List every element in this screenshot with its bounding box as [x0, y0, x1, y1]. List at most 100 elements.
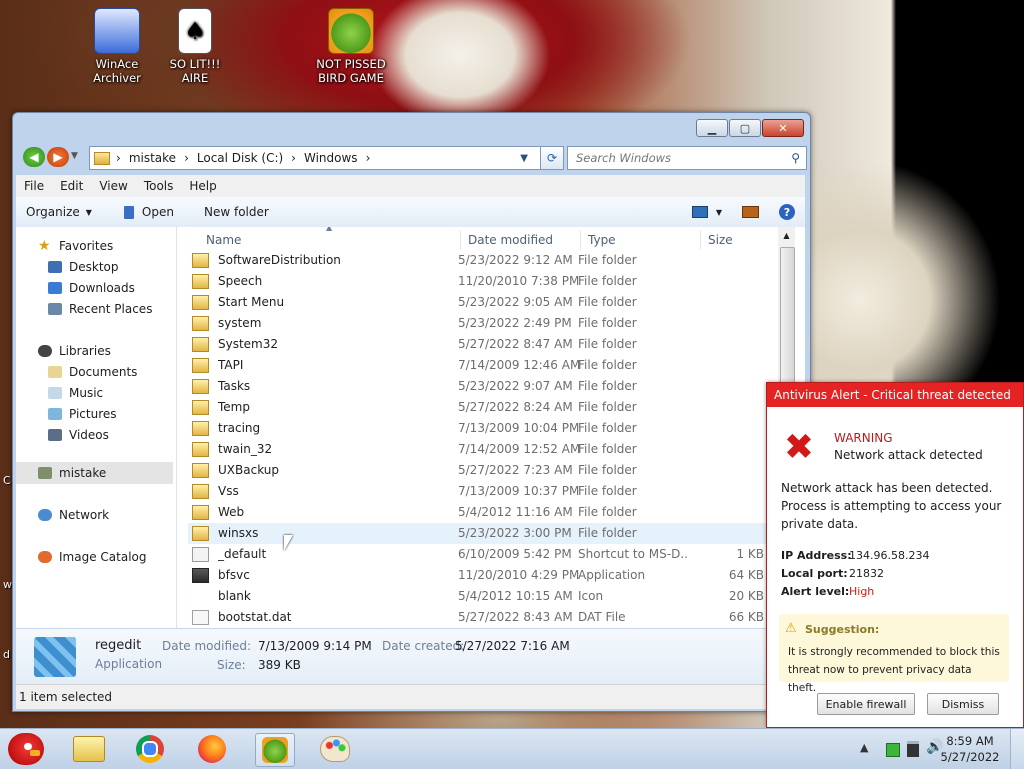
menu-view[interactable]: View [91, 179, 135, 193]
breadcrumb-item[interactable]: Local Disk (C:) [197, 151, 283, 165]
action-center-icon[interactable] [907, 741, 919, 757]
file-row[interactable]: Web 5/4/2012 11:16 AM File folder [188, 502, 775, 523]
file-date: 5/23/2022 3:00 PM [458, 526, 572, 540]
details-pane: regedit Application Date modified: 7/13/… [16, 628, 805, 685]
nav-downloads[interactable]: Downloads [48, 279, 135, 297]
nav-videos[interactable]: Videos [48, 426, 109, 444]
file-row[interactable]: _default 6/10/2009 5:42 PM Shortcut to MS-… [188, 544, 775, 565]
desktop-icon-solitaire[interactable]: ♠ SO LIT!!! AIRE [155, 8, 235, 85]
file-type: File folder [578, 484, 637, 498]
desktop-icon-pig-game[interactable]: NOT PISSED BIRD GAME [311, 8, 391, 85]
preview-pane-button[interactable] [732, 206, 769, 218]
bird-eye [24, 743, 32, 750]
nav-label: Image Catalog [59, 550, 147, 564]
maximize-button[interactable]: ▢ [729, 119, 761, 137]
nav-desktop[interactable]: Desktop [48, 258, 119, 276]
file-row[interactable]: Tasks 5/23/2022 9:07 AM File folder [188, 376, 775, 397]
column-divider[interactable] [580, 230, 581, 250]
column-header-size[interactable]: Size [708, 233, 733, 247]
file-row[interactable]: UXBackup 5/27/2022 7:23 AM File folder [188, 460, 775, 481]
nav-label: mistake [59, 466, 107, 480]
file-icon [192, 589, 207, 602]
app-icon [123, 205, 134, 219]
file-row[interactable]: twain_32 7/14/2009 12:52 AM File folder [188, 439, 775, 460]
column-header-type[interactable]: Type [588, 233, 616, 247]
show-desktop-button[interactable] [1010, 729, 1024, 769]
dismiss-button[interactable]: Dismiss [927, 693, 999, 715]
organize-button[interactable]: Organize ▼ [16, 205, 102, 219]
search-input[interactable] [574, 150, 778, 166]
change-view-button[interactable]: ▼ [682, 206, 732, 218]
file-row[interactable]: bootstat.dat 5/27/2022 8:43 AM DAT File 66 … [188, 607, 775, 628]
network-icon [38, 509, 52, 521]
column-header-name[interactable]: Name [206, 233, 241, 247]
file-name: System32 [218, 337, 279, 351]
nav-recent-places[interactable]: Recent Places [48, 300, 152, 318]
libraries-icon [38, 345, 52, 357]
mouse-cursor-icon [284, 535, 293, 551]
file-type: Application [578, 568, 646, 582]
desktop-icon-winace[interactable]: WinAce Archiver [77, 8, 157, 85]
clock-date: 5/27/2022 [940, 750, 1000, 764]
address-dropdown-icon[interactable]: ▼ [520, 153, 528, 164]
taskbar-pig-game[interactable] [255, 733, 295, 767]
nav-network[interactable]: Network [38, 506, 109, 524]
file-date: 6/10/2009 5:42 PM [458, 547, 572, 561]
menu-file[interactable]: File [16, 179, 52, 193]
image-catalog-icon [38, 551, 52, 563]
close-button[interactable]: ✕ [762, 119, 804, 137]
forward-button[interactable]: ▶ [47, 147, 69, 167]
taskbar-firefox[interactable] [193, 733, 231, 765]
start-button[interactable] [4, 733, 48, 765]
documents-icon [48, 366, 62, 378]
file-row[interactable]: winsxs 5/23/2022 3:00 PM File folder [188, 523, 775, 544]
taskbar-paint[interactable] [316, 733, 354, 765]
breadcrumb-item[interactable]: mistake [129, 151, 176, 165]
minimize-button[interactable]: ▁ [696, 119, 728, 137]
file-row[interactable]: Vss 7/13/2009 10:37 PM File folder [188, 481, 775, 502]
menu-help[interactable]: Help [181, 179, 224, 193]
nav-music[interactable]: Music [48, 384, 103, 402]
file-row[interactable]: bfsvc 11/20/2010 4:29 PM Application 64 KB [188, 565, 775, 586]
menu-edit[interactable]: Edit [52, 179, 91, 193]
file-row[interactable]: SoftwareDistribution 5/23/2022 9:12 AM Fil… [188, 250, 775, 271]
nav-favorites[interactable]: ★ Favorites [38, 237, 113, 255]
search-icon[interactable]: ⚲ [791, 151, 800, 165]
file-row[interactable]: TAPI 7/14/2009 12:46 AM File folder [188, 355, 775, 376]
file-name: Start Menu [218, 295, 285, 309]
nav-label: Desktop [69, 260, 119, 274]
open-button[interactable]: Open [114, 205, 184, 219]
file-row[interactable]: Temp 5/27/2022 8:24 AM File folder [188, 397, 775, 418]
taskbar-chrome[interactable] [131, 733, 169, 765]
new-folder-button[interactable]: New folder [194, 205, 279, 219]
menu-tools[interactable]: Tools [136, 179, 182, 193]
breadcrumb-item[interactable]: Windows [304, 151, 358, 165]
file-row[interactable]: system 5/23/2022 2:49 PM File folder [188, 313, 775, 334]
network-status-icon[interactable] [886, 743, 900, 757]
show-hidden-icons-button[interactable]: ▲ [860, 741, 868, 754]
nav-image-catalog[interactable]: Image Catalog [38, 548, 146, 566]
back-button[interactable]: ◀ [23, 147, 45, 167]
refresh-button[interactable]: ⟳ [540, 146, 564, 170]
enable-firewall-button[interactable]: Enable firewall [817, 693, 915, 715]
file-row[interactable]: tracing 7/13/2009 10:04 PM File folder [188, 418, 775, 439]
nav-label: Videos [69, 428, 109, 442]
help-button[interactable]: ? [769, 204, 805, 220]
taskbar-explorer[interactable] [70, 733, 108, 765]
column-divider[interactable] [700, 230, 701, 250]
clock[interactable]: 8:59 AM 5/27/2022 [940, 733, 1000, 765]
nav-libraries[interactable]: Libraries [38, 342, 111, 360]
column-header-date[interactable]: Date modified [468, 233, 553, 247]
address-bar[interactable]: › mistake › Local Disk (C:) › Windows › … [89, 146, 541, 170]
nav-documents[interactable]: Documents [48, 363, 137, 381]
file-row[interactable]: System32 5/27/2022 8:47 AM File folder [188, 334, 775, 355]
nav-pictures[interactable]: Pictures [48, 405, 117, 423]
file-row[interactable]: Speech 11/20/2010 7:38 PM File folder [188, 271, 775, 292]
column-divider[interactable] [460, 230, 461, 250]
nav-homegroup[interactable]: mistake [38, 464, 106, 482]
scroll-up-button[interactable]: ▲ [778, 227, 795, 244]
recent-pages-dropdown[interactable]: ▼ [71, 151, 78, 161]
file-row[interactable]: blank 5/4/2012 10:15 AM Icon 20 KB [188, 586, 775, 607]
file-name: UXBackup [218, 463, 279, 477]
file-row[interactable]: Start Menu 5/23/2022 9:05 AM File folder [188, 292, 775, 313]
